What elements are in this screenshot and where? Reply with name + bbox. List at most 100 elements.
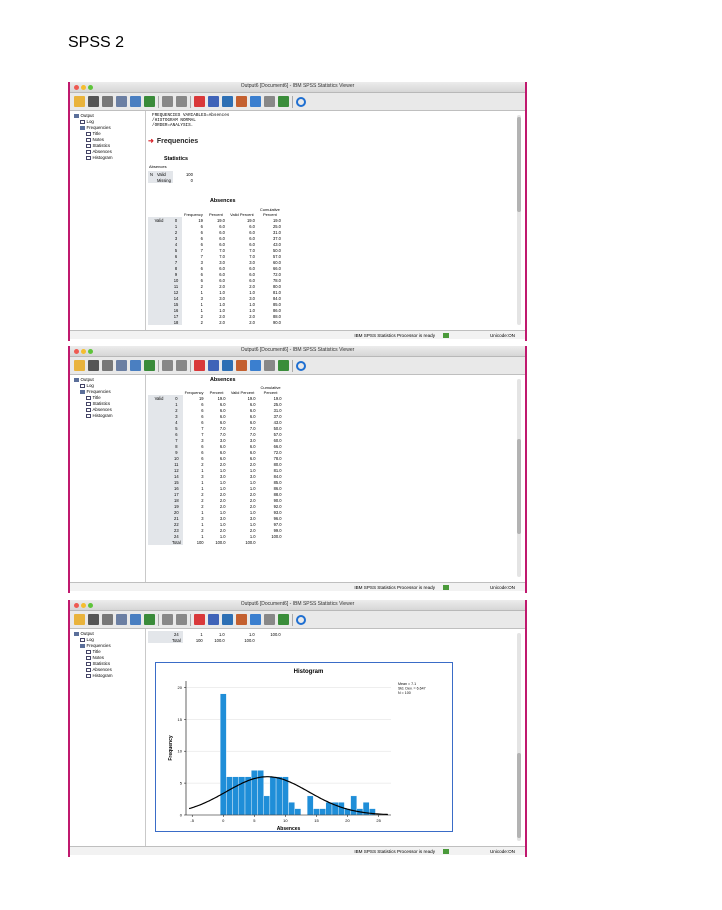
search-icon[interactable]: [296, 96, 306, 107]
goto-case-icon[interactable]: [194, 614, 205, 625]
open-folder-icon[interactable]: [74, 360, 85, 371]
frequency-table-tail: 24 1 1.0 1.0 100.0 Total 100 100.0 100.0: [148, 631, 283, 643]
goto-case-icon[interactable]: [194, 360, 205, 371]
title-bar[interactable]: Output6 [Document6] - IBM SPSS Statistic…: [70, 600, 525, 611]
undo-icon[interactable]: [162, 614, 173, 625]
toolbar-separator: [158, 359, 159, 372]
histogram-chart[interactable]: -5 0 5 10 15 20 25 0 5 10 15 20 Histogram Absences Fre…: [155, 662, 453, 832]
x-tick-label: 5: [253, 818, 256, 823]
scroll-thumb[interactable]: [517, 117, 521, 212]
select-cases-icon[interactable]: [236, 96, 247, 107]
save-icon[interactable]: [88, 614, 99, 625]
designate-window-icon[interactable]: [278, 614, 289, 625]
recall-dialog-icon[interactable]: [144, 360, 155, 371]
y-tick-label: 0: [180, 813, 183, 818]
value-labels-icon[interactable]: [264, 614, 275, 625]
goto-variable-icon[interactable]: [208, 614, 219, 625]
designate-window-icon[interactable]: [278, 96, 289, 107]
absences-frequency-table: Frequency Percent Valid Percent Cumulative …: [148, 385, 284, 545]
open-folder-icon[interactable]: [74, 614, 85, 625]
x-tick-label: 25: [376, 818, 381, 823]
title-bar[interactable]: Output6 [Document6] - IBM SPSS Statistic…: [70, 82, 525, 93]
processor-status-icon: [443, 585, 449, 590]
value-labels-icon[interactable]: [264, 96, 275, 107]
print-preview-icon[interactable]: [116, 614, 127, 625]
variables-icon[interactable]: [222, 614, 233, 625]
status-bar: IBM SPSS Statistics Processor is ready U…: [70, 330, 525, 339]
print-icon[interactable]: [102, 360, 113, 371]
variables-icon[interactable]: [222, 360, 233, 371]
export-icon[interactable]: [130, 614, 141, 625]
histogram-bar: [244, 776, 252, 816]
select-cases-icon[interactable]: [236, 360, 247, 371]
x-tick-label: 15: [314, 818, 319, 823]
export-icon[interactable]: [130, 96, 141, 107]
spss-viewer-window-2: Output6 [Document6] - IBM SPSS Statistic…: [68, 346, 527, 593]
select-cases-icon[interactable]: [236, 614, 247, 625]
toolbar-separator: [292, 95, 293, 108]
search-icon[interactable]: [296, 614, 306, 625]
recall-dialog-icon[interactable]: [144, 96, 155, 107]
variables-icon[interactable]: [222, 96, 233, 107]
histogram-bar: [319, 808, 326, 816]
redo-icon[interactable]: [176, 96, 187, 107]
legend-line: Mean = 7.1: [398, 682, 416, 686]
undo-icon[interactable]: [162, 96, 173, 107]
nav-histogram[interactable]: Histogram: [74, 413, 145, 419]
print-icon[interactable]: [102, 96, 113, 107]
total-label: Total: [170, 539, 183, 545]
title-bar[interactable]: Output6 [Document6] - IBM SPSS Statistic…: [70, 346, 525, 357]
histogram-bar: [251, 770, 258, 816]
save-icon[interactable]: [88, 360, 99, 371]
histogram-bar: [219, 693, 227, 816]
goto-case-icon[interactable]: [194, 96, 205, 107]
histogram-bar: [350, 795, 358, 816]
scroll-thumb[interactable]: [517, 439, 521, 534]
search-icon[interactable]: [296, 360, 306, 371]
export-icon[interactable]: [130, 360, 141, 371]
y-tick-label: 5: [180, 781, 183, 786]
weight-cases-icon[interactable]: [250, 614, 261, 625]
column-header: Frequency: [184, 390, 204, 395]
redo-icon[interactable]: [176, 614, 187, 625]
x-tick-label: 0: [222, 818, 225, 823]
redo-icon[interactable]: [176, 360, 187, 371]
cell: 2.0: [249, 319, 255, 325]
vertical-scrollbar[interactable]: [517, 115, 521, 325]
statistics-table: N Valid 100 Missing 0: [148, 171, 195, 183]
vertical-scrollbar[interactable]: [517, 633, 521, 841]
column-header: Percent: [209, 212, 223, 217]
histogram-bar: [269, 776, 277, 816]
output-content: 24 1 1.0 1.0 100.0 Total 100 100.0 100.0…: [146, 629, 525, 846]
scroll-thumb[interactable]: [517, 753, 521, 838]
print-preview-icon[interactable]: [116, 96, 127, 107]
toolbar-separator: [158, 95, 159, 108]
cell: 100.0: [215, 539, 226, 545]
nav-histogram[interactable]: Histogram: [74, 155, 145, 161]
weight-cases-icon[interactable]: [250, 96, 261, 107]
recall-dialog-icon[interactable]: [144, 614, 155, 625]
open-folder-icon[interactable]: [74, 96, 85, 107]
cell: 2: [200, 319, 203, 325]
histogram-bar: [325, 802, 333, 816]
goto-variable-icon[interactable]: [208, 360, 219, 371]
histogram-bar: [226, 776, 233, 816]
cell: 100: [195, 637, 203, 643]
weight-cases-icon[interactable]: [250, 360, 261, 371]
nav-histogram[interactable]: Histogram: [74, 673, 145, 679]
undo-icon[interactable]: [162, 360, 173, 371]
statistics-title: Statistics: [164, 156, 188, 162]
designate-window-icon[interactable]: [278, 360, 289, 371]
goto-variable-icon[interactable]: [208, 96, 219, 107]
histogram-bar: [306, 795, 314, 816]
save-icon[interactable]: [88, 96, 99, 107]
value-labels-icon[interactable]: [264, 360, 275, 371]
print-preview-icon[interactable]: [116, 360, 127, 371]
histogram-svg: -5 0 5 10 15 20 25 0 5 10 15 20 Histogram Absences Fre…: [168, 669, 426, 832]
print-icon[interactable]: [102, 614, 113, 625]
syntax-line: /ORDER=ANALYSIS.: [152, 123, 194, 128]
histogram-bar: [282, 776, 289, 816]
column-header: Percent: [209, 390, 224, 395]
toolbar: [70, 611, 525, 629]
vertical-scrollbar[interactable]: [517, 379, 521, 577]
